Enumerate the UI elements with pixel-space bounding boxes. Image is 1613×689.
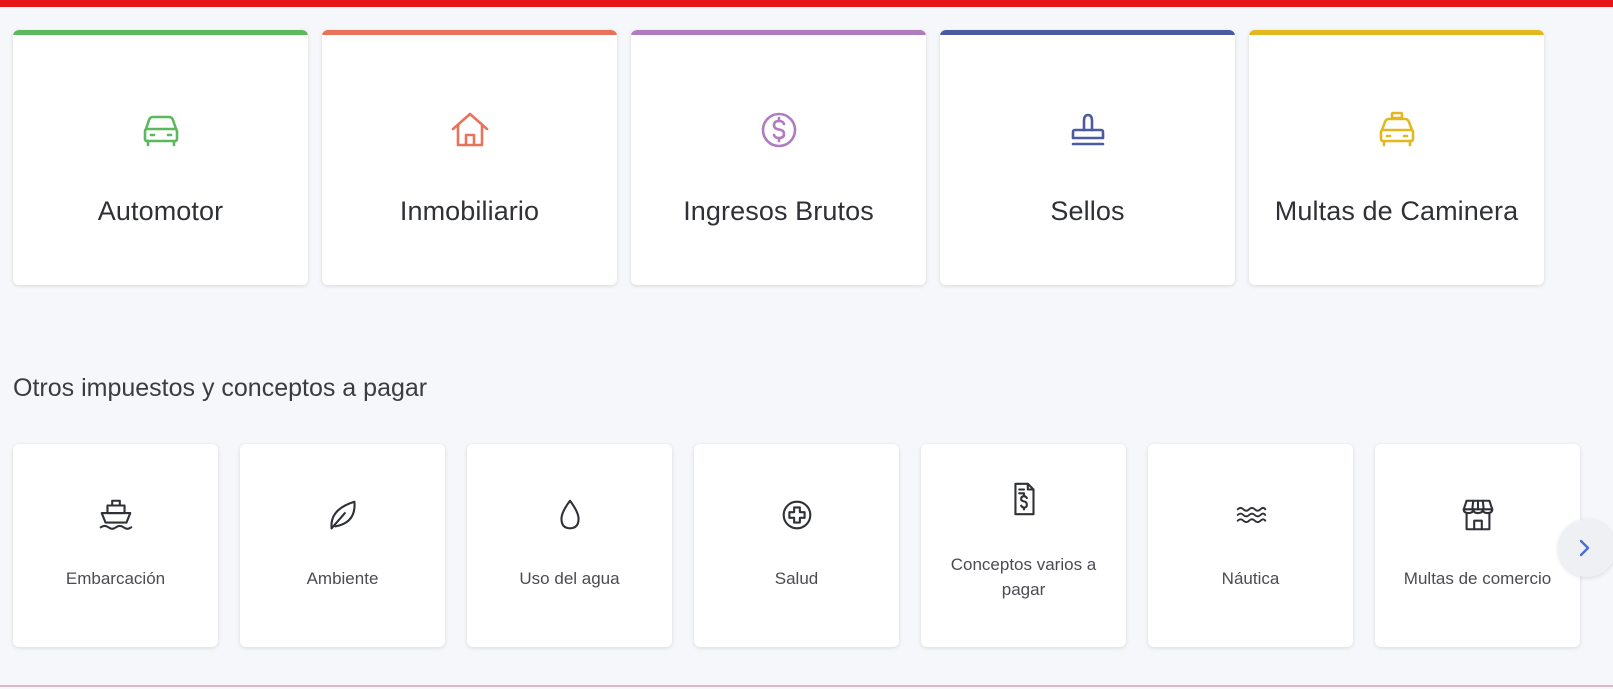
invoice-icon	[921, 480, 1126, 522]
carousel-next-button[interactable]	[1558, 519, 1613, 577]
taxi-icon	[1249, 108, 1544, 154]
card-label: Multas de comercio	[1403, 569, 1552, 588]
card-nautica[interactable]: Náutica	[1148, 444, 1353, 647]
card-label: Sellos	[1050, 196, 1125, 226]
card-salud[interactable]: Salud	[694, 444, 899, 647]
leaf-icon	[240, 496, 445, 538]
dollar-circle-icon	[631, 108, 926, 154]
card-accent	[940, 30, 1235, 35]
card-label: Inmobiliario	[399, 196, 540, 226]
card-label: Ambiente	[306, 569, 379, 588]
card-sellos[interactable]: Sellos	[940, 30, 1235, 285]
section-title: Otros impuestos y conceptos a pagar	[13, 374, 428, 402]
stamp-icon	[940, 108, 1235, 154]
top-accent-bar	[0, 0, 1613, 7]
home-icon	[322, 108, 617, 154]
other-concepts: Embarcación Ambiente Uso del agua Salud	[13, 444, 1588, 647]
card-uso-del-agua[interactable]: Uso del agua	[467, 444, 672, 647]
card-label: Ingresos Brutos	[683, 196, 874, 226]
bottom-divider	[0, 685, 1613, 687]
card-accent	[1249, 30, 1544, 35]
card-label: Uso del agua	[519, 569, 620, 588]
card-conceptos-varios[interactable]: Conceptos varios a pagar	[921, 444, 1126, 647]
ship-icon	[13, 496, 218, 538]
card-multas-comercio[interactable]: Multas de comercio	[1375, 444, 1580, 647]
card-accent	[13, 30, 308, 35]
card-label: Salud	[774, 569, 819, 588]
waves-icon	[1148, 496, 1353, 538]
card-embarcacion[interactable]: Embarcación	[13, 444, 218, 647]
card-accent	[322, 30, 617, 35]
health-plus-icon	[694, 496, 899, 538]
card-inmobiliario[interactable]: Inmobiliario	[322, 30, 617, 285]
card-ambiente[interactable]: Ambiente	[240, 444, 445, 647]
card-label: Náutica	[1221, 569, 1280, 588]
water-drop-icon	[467, 496, 672, 538]
car-icon	[13, 108, 308, 154]
card-automotor[interactable]: Automotor	[13, 30, 308, 285]
card-label: Multas de Caminera	[1274, 196, 1519, 226]
card-label: Embarcación	[65, 569, 166, 588]
card-ingresos-brutos[interactable]: Ingresos Brutos	[631, 30, 926, 285]
chevron-right-icon	[1579, 539, 1590, 557]
card-label: Conceptos varios a pagar	[950, 555, 1097, 599]
store-icon	[1375, 496, 1580, 538]
main-categories: Automotor Inmobiliario Ingresos Brutos S…	[13, 30, 1588, 285]
card-multas-caminera[interactable]: Multas de Caminera	[1249, 30, 1544, 285]
card-accent	[631, 30, 926, 35]
card-label: Automotor	[97, 196, 224, 226]
